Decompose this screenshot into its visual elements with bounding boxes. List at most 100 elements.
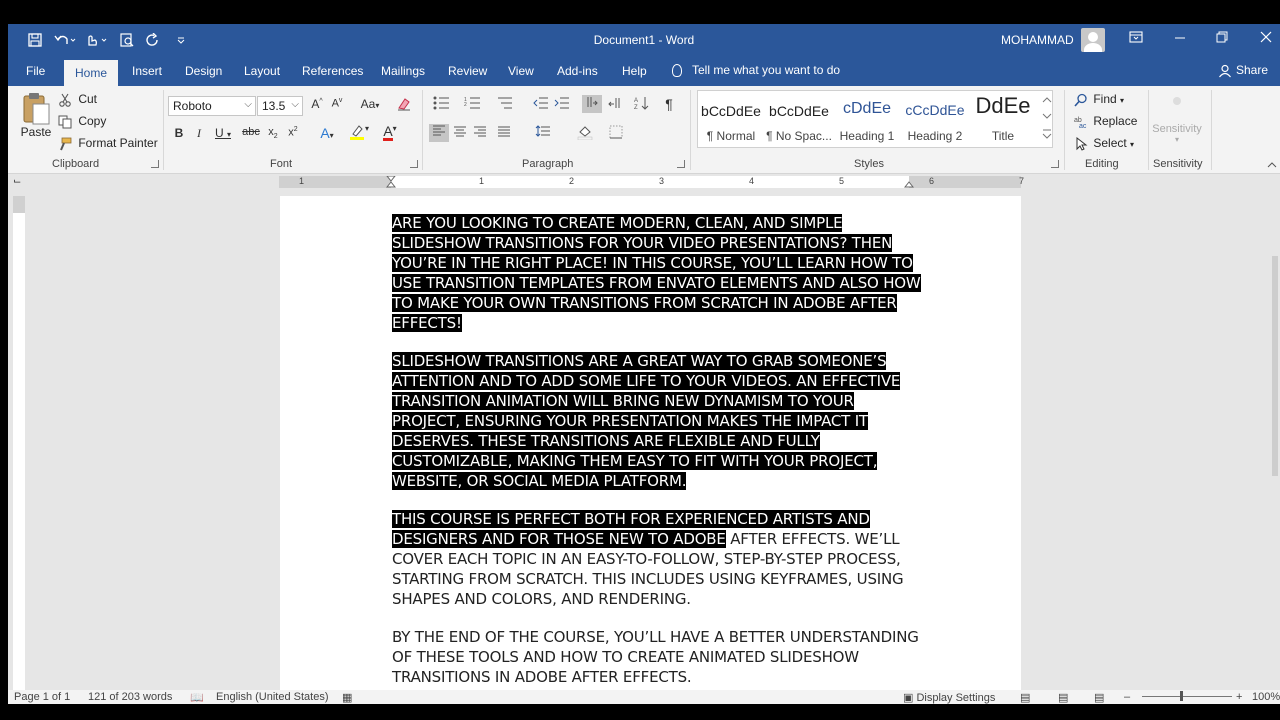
more-styles-icon[interactable]	[1040, 126, 1054, 142]
styles-launcher-icon[interactable]	[1051, 160, 1059, 168]
vertical-ruler[interactable]	[13, 196, 25, 696]
tab-view[interactable]: View	[508, 64, 534, 78]
horizontal-ruler[interactable]: 1 1 2 3 4 5 6 7	[279, 176, 1024, 190]
web-layout-icon[interactable]: ▤	[1094, 691, 1104, 704]
decrease-indent-icon[interactable]	[532, 96, 550, 113]
macro-icon[interactable]: ▦	[342, 691, 352, 704]
page-count[interactable]: Page 1 of 1	[14, 691, 70, 703]
document-page[interactable]: ARE YOU LOOKING TO CREATE MODERN, CLEAN,…	[280, 196, 1021, 704]
tab-help[interactable]: Help	[622, 64, 647, 78]
language[interactable]: English (United States)	[216, 691, 329, 703]
shrink-font-icon[interactable]: Av	[328, 97, 346, 110]
zoom-slider[interactable]	[1142, 696, 1232, 697]
style-heading-1[interactable]: cDdEe Heading 1	[834, 91, 900, 147]
font-color-icon[interactable]: A▾	[376, 124, 404, 141]
font-launcher-icon[interactable]	[410, 160, 418, 168]
shading-icon[interactable]	[571, 124, 599, 143]
paragraph-launcher-icon[interactable]	[677, 160, 685, 168]
zoom-in-icon[interactable]: +	[1236, 691, 1242, 703]
style-normal[interactable]: bCcDdEe ¶ Normal	[698, 91, 764, 147]
cut-button[interactable]: Cut	[58, 92, 97, 107]
group-divider	[422, 90, 423, 170]
sort-icon[interactable]: AZ	[633, 96, 651, 113]
grow-font-icon[interactable]: A^	[308, 97, 326, 111]
bullets-icon[interactable]	[429, 96, 455, 113]
rtl-direction-icon[interactable]	[605, 96, 623, 113]
share-button[interactable]: Share	[1218, 63, 1268, 78]
style-no-spacing[interactable]: bCcDdEe ¶ No Spac...	[766, 91, 832, 147]
style-title[interactable]: DdEe Title	[970, 91, 1036, 147]
text-effects-icon[interactable]: A▾	[313, 125, 341, 141]
align-center-icon[interactable]	[451, 125, 469, 140]
user-name[interactable]: MOHAMMAD	[1001, 33, 1074, 47]
indent-marker-icon[interactable]	[386, 176, 396, 190]
tab-file[interactable]: File	[26, 64, 45, 78]
subscript-icon[interactable]: x2	[264, 126, 282, 140]
replace-button[interactable]: ab ac Replace	[1074, 114, 1137, 129]
find-button[interactable]: Find ▾	[1074, 92, 1124, 107]
chevron-up-icon[interactable]	[1040, 92, 1054, 108]
copy-button[interactable]: Copy	[58, 114, 106, 129]
superscript-icon[interactable]: x2	[284, 126, 302, 139]
tab-insert[interactable]: Insert	[132, 64, 162, 78]
line-spacing-icon[interactable]	[530, 125, 556, 140]
tab-mailings[interactable]: Mailings	[381, 64, 425, 78]
close-icon[interactable]	[1251, 30, 1280, 50]
paragraph[interactable]: BY THE END OF THE COURSE, YOU’LL HAVE A …	[392, 627, 922, 687]
zoom-level[interactable]: 100%	[1252, 691, 1280, 703]
increase-indent-icon[interactable]	[553, 96, 571, 113]
chevron-down-icon[interactable]	[1040, 108, 1054, 124]
document-body[interactable]: ARE YOU LOOKING TO CREATE MODERN, CLEAN,…	[392, 213, 922, 704]
paragraph[interactable]: THIS COURSE IS PERFECT BOTH FOR EXPERIEN…	[392, 509, 922, 609]
ltr-direction-icon[interactable]	[582, 95, 602, 113]
tab-selector[interactable]: ⌙	[13, 177, 23, 187]
bold-icon[interactable]: B	[170, 126, 188, 140]
select-button[interactable]: Select ▾	[1074, 136, 1134, 151]
avatar[interactable]	[1081, 28, 1105, 52]
italic-icon[interactable]: I	[190, 126, 208, 141]
paragraph[interactable]: SLIDESHOW TRANSITIONS ARE A GREAT WAY TO…	[392, 351, 922, 491]
restore-icon[interactable]	[1207, 30, 1237, 50]
ribbon-display-options-icon[interactable]	[1121, 30, 1151, 50]
borders-icon[interactable]	[603, 125, 629, 142]
style-heading-2[interactable]: cCcDdEe Heading 2	[902, 91, 968, 147]
tab-design[interactable]: Design	[185, 64, 222, 78]
format-painter-button[interactable]: Format Painter	[58, 136, 158, 151]
scrollbar-thumb[interactable]	[1272, 256, 1278, 476]
zoom-slider-thumb[interactable]	[1180, 691, 1183, 701]
share-label: Share	[1236, 63, 1269, 77]
paragraph[interactable]: ARE YOU LOOKING TO CREATE MODERN, CLEAN,…	[392, 213, 922, 333]
word-count[interactable]: 121 of 203 words	[88, 691, 172, 703]
align-left-icon[interactable]	[429, 124, 449, 142]
show-formatting-marks-icon[interactable]: ¶	[660, 96, 678, 112]
underline-icon[interactable]: U ▾	[210, 126, 236, 140]
justify-icon[interactable]	[491, 125, 517, 140]
align-right-icon[interactable]	[471, 125, 489, 140]
tell-me-search[interactable]: Tell me what you want to do	[672, 63, 840, 78]
tab-add-ins[interactable]: Add-ins	[557, 64, 598, 78]
change-case-icon[interactable]: Aa▾	[357, 97, 383, 111]
numbering-icon[interactable]: 12	[460, 96, 486, 113]
clipboard-launcher-icon[interactable]	[151, 160, 159, 168]
multilevel-list-icon[interactable]	[492, 96, 518, 113]
zoom-out-icon[interactable]: –	[1124, 691, 1130, 703]
proofing-icon[interactable]: 📖	[190, 691, 204, 704]
right-indent-marker-icon[interactable]	[904, 176, 914, 188]
font-size-select[interactable]: 13.5 ⌵	[257, 96, 303, 116]
vertical-scrollbar[interactable]	[1270, 196, 1280, 690]
paste-button[interactable]: Paste	[20, 92, 52, 139]
clear-formatting-icon[interactable]	[395, 96, 413, 115]
collapse-ribbon-icon[interactable]	[1266, 160, 1278, 170]
tab-home[interactable]: Home	[64, 60, 118, 86]
strikethrough-icon[interactable]: abc	[240, 126, 262, 138]
read-mode-icon[interactable]: ▤	[1020, 691, 1030, 704]
print-layout-icon[interactable]: ▤	[1058, 691, 1068, 704]
display-settings-button[interactable]: ▣ Display Settings	[903, 691, 995, 704]
highlight-icon[interactable]: ▾	[345, 124, 373, 143]
tab-references[interactable]: References	[302, 64, 363, 78]
tab-layout[interactable]: Layout	[244, 64, 280, 78]
font-family-select[interactable]: Roboto ⌵	[168, 96, 256, 116]
minimize-icon[interactable]	[1165, 30, 1195, 50]
sensitivity-button[interactable]: Sensitivity ▾	[1152, 94, 1202, 144]
tab-review[interactable]: Review	[448, 64, 487, 78]
